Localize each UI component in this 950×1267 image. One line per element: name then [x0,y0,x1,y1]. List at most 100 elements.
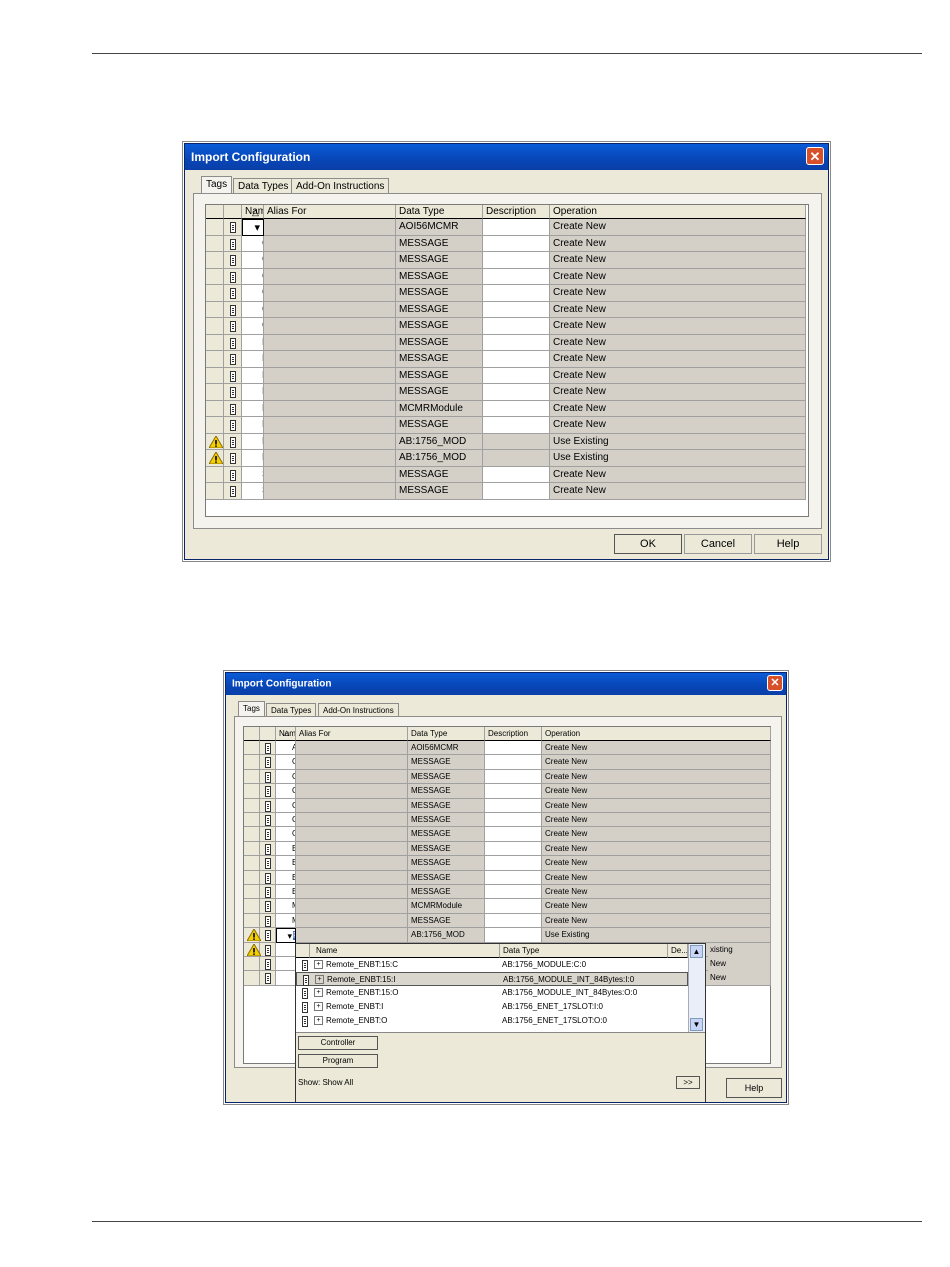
tag-name-cell[interactable]: CmdErrorP2_MSG [242,318,264,335]
tag-name-cell[interactable]: SlaveStatusP2_MSG [242,483,264,500]
row-selector[interactable] [206,417,224,434]
tag-name-cell[interactable]: EventCmdP1_MSG [242,334,264,351]
tag-name-cell[interactable]: CmdErrorP2_MSG [276,827,296,842]
description-cell[interactable] [485,813,542,828]
description-cell[interactable] [485,885,542,900]
description-cell[interactable] [483,219,550,236]
row-selector[interactable] [206,400,224,417]
row-selector[interactable] [206,301,224,318]
row-selector[interactable] [206,384,224,401]
dropdown-list-item[interactable]: + Remote_ENBT:15:C AB:1756_MODULE:C:0 [296,958,688,972]
tag-name-cell[interactable]: EventCmdRespP1_MSG [276,870,296,885]
dropdown-list-item[interactable]: + Remote_ENBT:15:O AB:1756_MODULE_INT_84By… [296,986,688,1000]
tab-data-types[interactable]: Data Types [233,178,294,194]
description-cell[interactable] [485,870,542,885]
row-selector[interactable] [244,827,260,842]
description-cell[interactable] [483,235,550,252]
description-cell[interactable] [483,417,550,434]
tag-name-cell[interactable]: Remote_ENBT:15:I▾ [276,928,296,943]
tag-name-cell[interactable]: ModuleStatus_MSG [276,913,296,929]
expand-icon[interactable]: + [315,975,324,985]
ok-button[interactable]: OK [614,534,682,554]
description-cell[interactable] [485,913,542,929]
dropdown-list-item[interactable]: + Remote_ENBT:15:I AB:1756_MODULE_INT_84By… [296,972,688,986]
tag-name-cell[interactable] [276,971,296,986]
description-cell[interactable] [485,899,542,914]
tag-name-cell[interactable]: MCMR [242,400,264,417]
column-header-operation[interactable]: Operation [550,205,806,219]
row-selector[interactable] [206,351,224,368]
row-selector[interactable] [244,957,260,972]
description-cell[interactable] [483,400,550,417]
row-selector[interactable] [244,899,260,914]
tags-grid[interactable]: NameAlias ForData TypeDescriptionOperati… [205,204,809,517]
column-header-data-type[interactable]: Data Type [396,205,483,219]
row-selector[interactable] [244,870,260,885]
tag-name-cell[interactable]: EventCmdRespP1_MSG [242,367,264,384]
tab-add-on-instructions[interactable]: Add-On Instructions [318,703,399,717]
description-cell[interactable] [483,252,550,269]
column-header-alias-for[interactable]: Alias For [264,205,396,219]
tag-name-cell[interactable]: CmdControlP2_MSG [242,252,264,269]
row-selector[interactable] [244,913,260,929]
scroll-up-icon[interactable]: ▲ [690,945,703,958]
column-header-data-type[interactable]: Data Type [408,727,485,741]
column-header-operation[interactable]: Operation [542,727,771,741]
dropdown-header-description[interactable]: De... [668,944,688,958]
row-selector[interactable] [206,483,224,500]
tag-name-cell[interactable]: EventCmdRespP2_MSG [276,885,296,900]
row-selector[interactable] [244,769,260,785]
tab-data-types[interactable]: Data Types [266,703,317,717]
tag-name-cell[interactable]: CmdControlP1_MSG [276,755,296,770]
row-selector[interactable] [206,285,224,302]
description-cell[interactable] [485,856,542,871]
tag-name-cell[interactable]: Remote_ENBT:15:I [242,433,264,450]
close-icon[interactable]: ✕ [806,147,824,165]
title-bar[interactable]: Import Configuration ✕ [226,673,786,695]
row-selector[interactable] [206,252,224,269]
tag-name-cell[interactable] [276,957,296,972]
row-selector[interactable] [244,856,260,871]
sort-ascending-icon[interactable]: △ [252,205,259,219]
tag-name-cell[interactable]: EventCmdP1_MSG [276,841,296,857]
help-button[interactable]: Help [726,1078,782,1098]
dropdown-scrollbar[interactable]: ▲ ▼ [688,944,705,1032]
tag-name-cell[interactable]: CmdControlRespP2_MSG [242,285,264,302]
row-selector[interactable] [206,334,224,351]
help-button[interactable]: Help [754,534,822,554]
show-filter-label[interactable]: Show: Show All [298,1078,353,1087]
dropdown-arrow-icon[interactable]: ▾ [287,929,292,941]
more-options-button[interactable]: >> [676,1076,700,1089]
row-selector[interactable] [206,367,224,384]
tag-name-cell[interactable]: CmdErrorP1_MSG [276,813,296,828]
row-selector[interactable] [206,318,224,335]
tab-tags[interactable]: Tags [201,176,233,194]
row-selector[interactable] [206,268,224,285]
expand-icon[interactable]: + [314,1016,323,1026]
dropdown-arrow-icon[interactable]: ▾ [254,220,260,235]
description-cell[interactable] [485,784,542,799]
description-cell[interactable] [483,334,550,351]
description-cell[interactable] [483,384,550,401]
description-cell[interactable] [485,741,542,756]
description-cell[interactable] [485,841,542,857]
tag-name-cell[interactable]: CmdControlRespP1_MSG [276,784,296,799]
tag-picker-dropdown[interactable]: Name Data Type De... ▲ ▼ + Remote_ENBT:15:C AB:… [295,943,706,1102]
description-cell[interactable] [485,769,542,785]
tag-name-cell[interactable]: CmdErrorP1_MSG [242,301,264,318]
column-header-alias-for[interactable]: Alias For [296,727,408,741]
tag-name-cell[interactable]: Remote_ENBT:15:O [242,450,264,467]
tag-name-cell[interactable]: CmdControlRespP2_MSG [276,798,296,813]
expand-icon[interactable]: + [314,1002,323,1012]
tag-name-cell[interactable]: CmdControlP2_MSG [276,769,296,785]
description-cell[interactable] [485,928,542,943]
controller-scope-button[interactable]: Controller [298,1036,378,1050]
description-cell[interactable] [483,301,550,318]
description-cell[interactable] [483,268,550,285]
row-selector[interactable] [244,755,260,770]
tag-name-cell[interactable]: EventCmdP2_MSG [276,856,296,871]
title-bar[interactable]: Import Configuration ✕ [185,144,828,170]
row-selector[interactable] [244,971,260,986]
tag-name-cell[interactable]: EventCmdRespP2_MSG [242,384,264,401]
close-icon[interactable]: ✕ [767,675,783,691]
